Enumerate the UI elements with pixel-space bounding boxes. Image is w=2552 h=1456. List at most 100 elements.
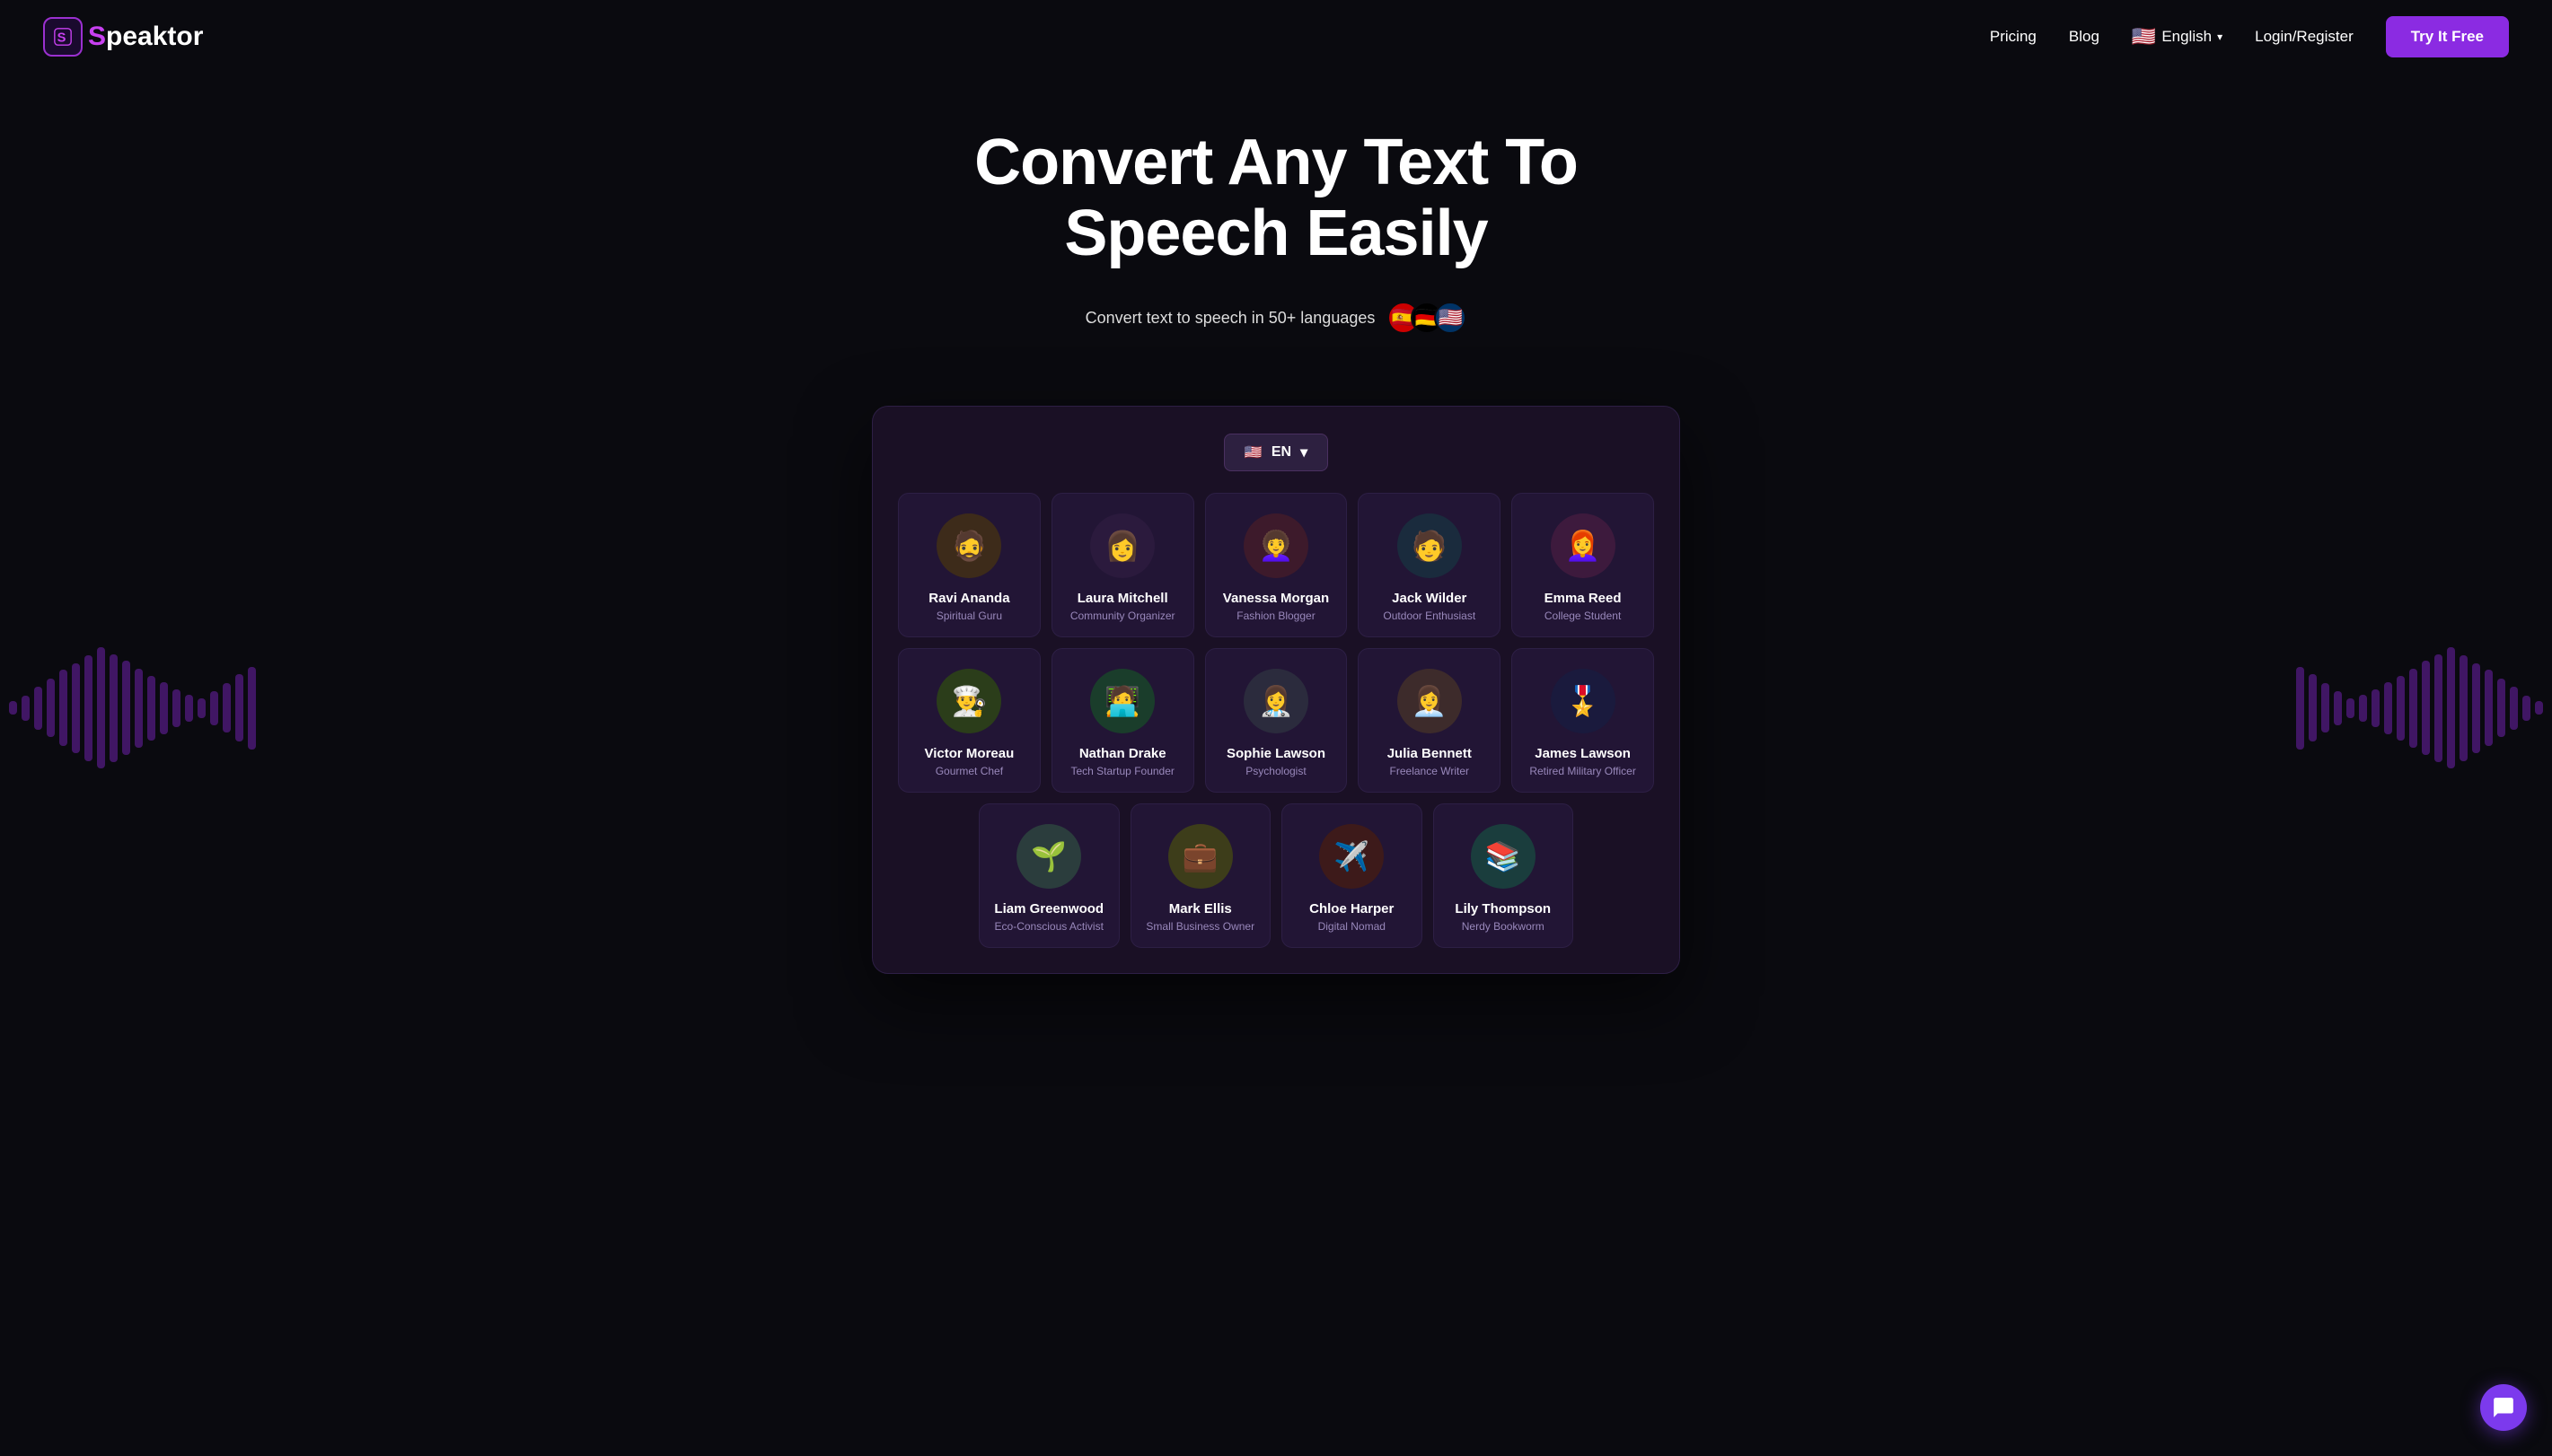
voice-name: Julia Bennett <box>1371 746 1487 761</box>
waveform-bar <box>2510 687 2518 730</box>
waveform-bar <box>22 696 30 721</box>
waveform-bar <box>2372 689 2380 727</box>
voice-grid-row1: 🧔 Ravi Ananda Spiritual Guru 👩 Laura Mit… <box>898 493 1654 637</box>
waveform-bar <box>2384 682 2392 734</box>
waveform-bar <box>2472 663 2480 753</box>
voice-card[interactable]: 👩‍🦰 Emma Reed College Student <box>1511 493 1654 637</box>
voice-avatar: 🧔 <box>937 513 1001 578</box>
waveform-bar <box>198 698 206 718</box>
voice-avatar: 👩‍💼 <box>1397 669 1462 733</box>
language-dropdown[interactable]: 🇺🇸 EN ▾ <box>1224 434 1328 471</box>
voice-name: Mark Ellis <box>1144 901 1258 917</box>
voice-card[interactable]: 👩‍⚕️ Sophie Lawson Psychologist <box>1205 648 1348 793</box>
voice-avatar: 💼 <box>1168 824 1233 889</box>
waveform-bar <box>248 667 256 750</box>
waveform-bar <box>223 683 231 732</box>
waveform-bar <box>47 679 55 737</box>
waveform-bar <box>235 674 243 741</box>
logo[interactable]: S Speaktor <box>43 17 203 57</box>
voice-card[interactable]: ✈️ Chloe Harper Digital Nomad <box>1281 803 1422 948</box>
voice-avatar: 🧑‍💻 <box>1090 669 1155 733</box>
waveform-bar <box>210 691 218 725</box>
hero-subtext: Convert text to speech in 50+ languages … <box>18 302 2534 334</box>
voice-avatar: 🌱 <box>1016 824 1081 889</box>
try-free-button[interactable]: Try It Free <box>2386 16 2509 57</box>
chevron-down-icon: ▾ <box>2217 31 2222 43</box>
voice-role: College Student <box>1525 610 1641 622</box>
voice-card[interactable]: 👨‍🍳 Victor Moreau Gourmet Chef <box>898 648 1041 793</box>
voice-card[interactable]: 💼 Mark Ellis Small Business Owner <box>1131 803 1272 948</box>
voice-card[interactable]: 👩‍💼 Julia Bennett Freelance Writer <box>1358 648 1500 793</box>
voice-role: Gourmet Chef <box>911 765 1027 777</box>
waveform-bar <box>84 655 92 761</box>
language-label: English <box>2161 28 2212 46</box>
waveform-bar <box>34 687 42 730</box>
dropdown-chevron-icon: ▾ <box>1300 443 1307 461</box>
waveform-bar <box>9 701 17 715</box>
waveform-bar <box>59 670 67 746</box>
voice-card[interactable]: 🧑 Jack Wilder Outdoor Enthusiast <box>1358 493 1500 637</box>
voice-card[interactable]: 🌱 Liam Greenwood Eco-Conscious Activist <box>979 803 1120 948</box>
waveform-bar <box>2422 661 2430 755</box>
voice-card[interactable]: 👩 Laura Mitchell Community Organizer <box>1052 493 1194 637</box>
voice-role: Eco-Conscious Activist <box>992 920 1106 933</box>
voice-name: Liam Greenwood <box>992 901 1106 917</box>
login-register-link[interactable]: Login/Register <box>2255 28 2354 46</box>
voice-name: Laura Mitchell <box>1065 591 1181 606</box>
hero-section: Convert Any Text To Speech Easily Conver… <box>0 74 2552 406</box>
waveform-section: 🇺🇸 EN ▾ 🧔 Ravi Ananda Spiritual Guru 👩 L… <box>0 406 2552 1010</box>
waveform-bar <box>172 689 180 727</box>
voice-card[interactable]: 🧔 Ravi Ananda Spiritual Guru <box>898 493 1041 637</box>
nav-links: Pricing Blog 🇺🇸 English ▾ Login/Register… <box>1990 16 2509 57</box>
voice-role: Freelance Writer <box>1371 765 1487 777</box>
voice-name: Emma Reed <box>1525 591 1641 606</box>
waveform-bar <box>2434 654 2442 762</box>
waveform-bar <box>2309 674 2317 741</box>
voice-avatar: 🧑 <box>1397 513 1462 578</box>
waveform-bar <box>2535 701 2543 715</box>
voice-avatar: 📚 <box>1471 824 1536 889</box>
pricing-link[interactable]: Pricing <box>1990 28 2037 46</box>
voice-grid-row2: 👨‍🍳 Victor Moreau Gourmet Chef 🧑‍💻 Natha… <box>898 648 1654 793</box>
voice-avatar: 👩‍🦰 <box>1551 513 1615 578</box>
voice-avatar: 🎖️ <box>1551 669 1615 733</box>
waveform-bar <box>72 663 80 753</box>
voice-card[interactable]: 👩‍🦱 Vanessa Morgan Fashion Blogger <box>1205 493 1348 637</box>
waveform-bar <box>97 647 105 768</box>
voice-card[interactable]: 🎖️ James Lawson Retired Military Officer <box>1511 648 1654 793</box>
lang-flag: 🇺🇸 <box>1245 443 1263 461</box>
voice-name: James Lawson <box>1525 746 1641 761</box>
waveform-bar <box>122 661 130 755</box>
waveform-bar <box>110 654 118 762</box>
voice-name: Jack Wilder <box>1371 591 1487 606</box>
blog-link[interactable]: Blog <box>2069 28 2099 46</box>
hero-headline: Convert Any Text To Speech Easily <box>872 127 1680 269</box>
app-window: 🇺🇸 EN ▾ 🧔 Ravi Ananda Spiritual Guru 👩 L… <box>872 406 1680 974</box>
waveform-bar <box>2522 696 2530 721</box>
voice-card[interactable]: 📚 Lily Thompson Nerdy Bookworm <box>1433 803 1574 948</box>
voice-card[interactable]: 🧑‍💻 Nathan Drake Tech Startup Founder <box>1052 648 1194 793</box>
waveform-bar <box>2460 655 2468 761</box>
voice-name: Sophie Lawson <box>1219 746 1334 761</box>
voice-name: Lily Thompson <box>1447 901 1561 917</box>
voice-role: Digital Nomad <box>1295 920 1409 933</box>
logo-icon: S <box>43 17 83 57</box>
voice-grid-row3: 🌱 Liam Greenwood Eco-Conscious Activist … <box>898 803 1654 948</box>
waveform-bar <box>185 695 193 722</box>
voice-avatar: 👩‍🦱 <box>1244 513 1308 578</box>
language-selector[interactable]: 🇺🇸 English ▾ <box>2132 25 2222 48</box>
navbar: S Speaktor Pricing Blog 🇺🇸 English ▾ Log… <box>0 0 2552 74</box>
chat-bubble-button[interactable] <box>2480 1384 2527 1431</box>
svg-text:S: S <box>57 31 66 46</box>
waveform-bar <box>2334 691 2342 725</box>
language-flags: 🇪🇸 🇩🇪 🇺🇸 <box>1387 302 1466 334</box>
waveform-right <box>2296 406 2552 1010</box>
waveform-bar <box>2397 676 2405 741</box>
voice-name: Ravi Ananda <box>911 591 1027 606</box>
waveform-bar <box>135 669 143 748</box>
logo-text: Speaktor <box>88 22 203 52</box>
voice-name: Victor Moreau <box>911 746 1027 761</box>
voice-role: Community Organizer <box>1065 610 1181 622</box>
voice-role: Spiritual Guru <box>911 610 1027 622</box>
flag-icon: 🇺🇸 <box>2132 25 2156 48</box>
